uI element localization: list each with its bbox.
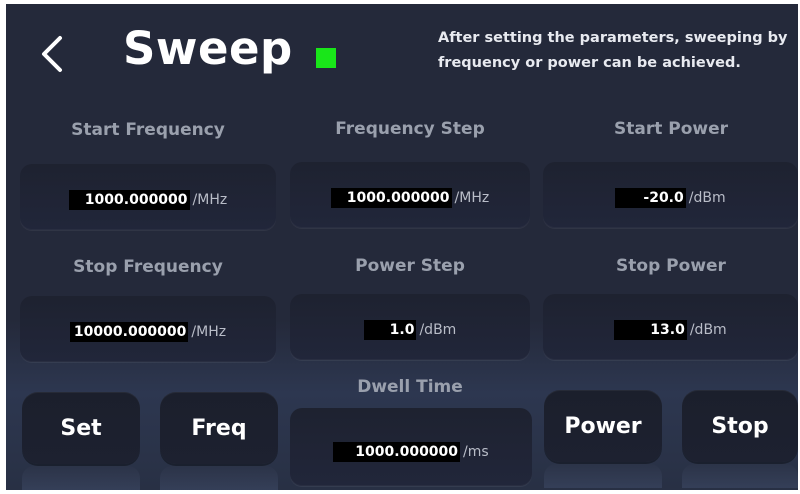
set-button[interactable]: Set <box>22 392 140 464</box>
start-frequency-unit: /MHz <box>192 192 228 208</box>
start-frequency-value[interactable]: 1000.000000 <box>68 190 190 210</box>
freq-button[interactable]: Freq <box>160 392 278 464</box>
stop-frequency-value[interactable]: 10000.000000 <box>69 322 189 342</box>
stop-power-value[interactable]: 13.0 <box>614 320 687 340</box>
start-power-unit: /dBm <box>688 190 726 206</box>
power-step-label: Power Step <box>355 256 465 276</box>
stop-button-reflection <box>682 464 798 488</box>
page-title: Sweep <box>123 22 293 75</box>
power-step-value[interactable]: 1.0 <box>363 320 417 340</box>
power-button[interactable]: Power <box>544 390 662 462</box>
start-frequency-label: Start Frequency <box>71 120 225 140</box>
power-step-unit: /dBm <box>419 322 457 338</box>
freq-button-reflection <box>160 466 278 490</box>
stop-button[interactable]: Stop <box>682 390 798 462</box>
frequency-step-value[interactable]: 1000.000000 <box>330 188 452 208</box>
start-power-value[interactable]: -20.0 <box>615 188 686 208</box>
stop-frequency-label: Stop Frequency <box>73 257 223 277</box>
sweep-screen: Sweep After setting the parameters, swee… <box>6 4 798 490</box>
set-button-reflection <box>22 466 140 490</box>
dwell-time-unit: /ms <box>463 444 489 460</box>
stop-frequency-unit: /MHz <box>191 324 227 340</box>
hint-text: After setting the parameters, sweeping b… <box>438 26 798 76</box>
dwell-time-label: Dwell Time <box>357 377 463 397</box>
start-frequency-field[interactable]: 1000.000000/MHz <box>20 164 276 230</box>
stop-frequency-field[interactable]: 10000.000000/MHz <box>20 296 276 362</box>
power-button-reflection <box>544 464 662 488</box>
hint-line-1: After setting the parameters, sweeping b… <box>438 30 788 46</box>
frequency-step-label: Frequency Step <box>335 119 485 139</box>
frequency-step-unit: /MHz <box>454 190 490 206</box>
start-power-label: Start Power <box>613 119 729 139</box>
stop-power-field[interactable]: 13.0/dBm <box>543 294 798 360</box>
dwell-time-value[interactable]: 1000.000000 <box>333 442 461 462</box>
back-arrow-icon[interactable] <box>36 32 72 76</box>
frequency-step-field[interactable]: 1000.000000/MHz <box>290 162 530 228</box>
stop-power-label: Stop Power <box>616 256 726 276</box>
stop-power-unit: /dBm <box>689 322 727 338</box>
hint-line-2: frequency or power can be achieved. <box>438 55 741 71</box>
power-step-field[interactable]: 1.0/dBm <box>290 294 530 360</box>
dwell-time-field[interactable]: 1000.000000/ms <box>290 408 532 486</box>
start-power-field[interactable]: -20.0/dBm <box>543 162 798 228</box>
status-indicator <box>316 48 336 68</box>
